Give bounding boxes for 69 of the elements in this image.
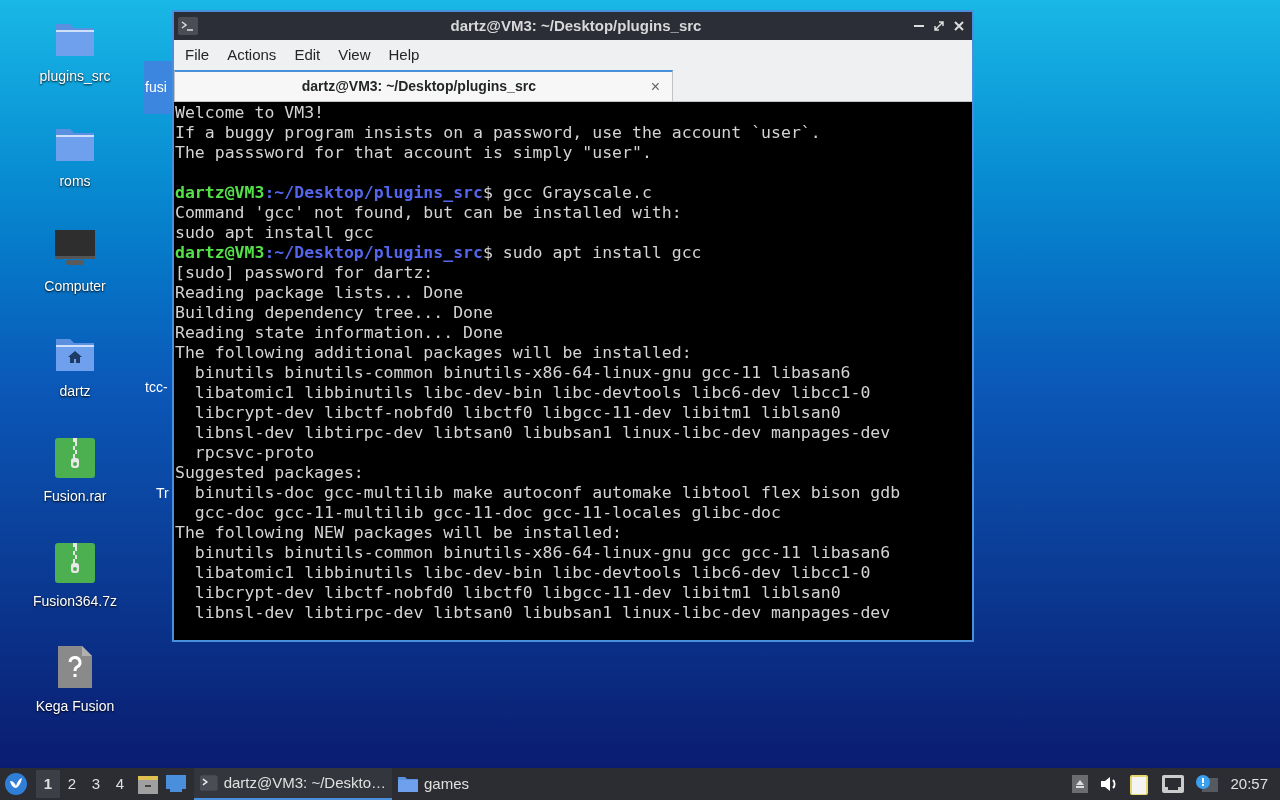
terminal-icon <box>178 17 198 35</box>
terminal-line: libcrypt-dev libctf-nobfd0 libctf0 libgcc-11-dev libitm1 liblsan0 <box>193 403 842 423</box>
desktop-icon[interactable] <box>166 775 186 793</box>
terminal-line: Building dependency tree... Done <box>175 303 494 323</box>
terminal-line: The following additional packages will be installed: <box>175 343 693 363</box>
terminal-tab[interactable]: dartz@VM3: ~/Desktop/plugins_src × <box>174 70 673 101</box>
zip-archive-icon <box>55 543 95 583</box>
desktop-icon-label[interactable]: roms <box>59 171 91 192</box>
unknown-file-icon <box>58 646 92 688</box>
folder-icon <box>398 776 418 792</box>
close-icon[interactable] <box>954 21 964 31</box>
menu-item[interactable]: Edit <box>285 43 330 67</box>
prompt-user: dartz@VM3 <box>175 243 265 263</box>
desktop-icon-label[interactable]: dartz <box>59 381 91 402</box>
desktop-icon-label[interactable]: Tr <box>156 482 169 505</box>
prompt-path: :~/Desktop/plugins_src <box>264 243 483 263</box>
terminal-line: The passsword for that account is simply "user". <box>175 143 653 163</box>
terminal-line: sudo apt install gcc <box>175 223 375 243</box>
taskbar-task[interactable]: dartz@VM3: ~/Deskto… <box>194 768 392 800</box>
terminal-line: Reading package lists... Done <box>175 283 465 303</box>
menu-item[interactable]: Help <box>379 43 429 67</box>
terminal-line: gcc-doc gcc-11-multilib gcc-11-doc gcc-11-locales glibc-doc <box>193 503 782 523</box>
terminal-line: Welcome to VM3! <box>175 103 325 123</box>
terminal-line: binutils binutils-common binutils-x86-64-linux-gnu gcc gcc-11 libasan6 <box>193 543 892 563</box>
workspace-button[interactable]: 3 <box>84 770 108 798</box>
workspace-button[interactable]: 2 <box>60 770 84 798</box>
prompt-command: $ sudo apt install gcc <box>482 243 702 263</box>
network-icon[interactable] <box>1162 775 1185 793</box>
tab-close-button[interactable]: × <box>650 74 660 99</box>
clock[interactable]: 20:57 <box>1230 772 1276 796</box>
terminal-line: Suggested packages: <box>175 463 365 483</box>
workspace-button[interactable]: 4 <box>108 770 132 798</box>
terminal-line: Command 'gcc' not found, but can be installed with: <box>175 203 683 223</box>
window-title: dartz@VM3: ~/Desktop/plugins_src <box>450 15 702 36</box>
desktop-icon-label[interactable]: fusi <box>144 61 172 114</box>
terminal-line: Reading state information... Done <box>175 323 504 343</box>
menu-item[interactable]: View <box>329 43 380 67</box>
maximize-icon[interactable] <box>934 21 944 31</box>
prompt-user: dartz@VM3 <box>175 183 265 203</box>
desktop-icon-label[interactable]: tcc- <box>145 376 168 399</box>
menu-item[interactable]: File <box>176 43 219 67</box>
terminal-line: rpcsvc-proto <box>193 443 316 463</box>
desktop-icon-label[interactable]: Kega Fusion <box>35 696 115 717</box>
eject-icon[interactable] <box>1072 775 1089 793</box>
monitor-icon <box>54 228 96 268</box>
terminal-line: [sudo] password for dartz: <box>175 263 435 283</box>
file-cabinet-icon[interactable] <box>138 774 158 794</box>
terminal-line: The following NEW packages will be installed: <box>175 523 624 543</box>
terminal-line: libcrypt-dev libctf-nobfd0 libctf0 libgcc-11-dev libitm1 liblsan0 <box>193 583 842 603</box>
terminal-line: If a buggy program insists on a password, use the account `user`. <box>175 123 822 143</box>
terminal-icon <box>200 775 218 791</box>
terminal-line: libatomic1 libbinutils libc-dev-bin libc-devtools libc6-dev libcc1-0 <box>193 563 872 583</box>
desktop-icon-label[interactable]: Computer <box>44 276 106 297</box>
workspace-button[interactable]: 1 <box>36 770 60 798</box>
prompt-path: :~/Desktop/plugins_src <box>264 183 483 203</box>
prompt-command: $ gcc Grayscale.c <box>482 183 652 203</box>
clipboard-icon[interactable] <box>1130 773 1151 795</box>
desktop-icon-label[interactable]: Fusion364.7z <box>32 591 118 612</box>
terminal-line: binutils binutils-common binutils-x86-64-linux-gnu gcc-11 libasan6 <box>193 363 852 383</box>
menu-item[interactable]: Actions <box>218 43 286 67</box>
zip-archive-icon <box>55 438 95 478</box>
desktop-icon-label[interactable]: Fusion.rar <box>43 486 107 507</box>
terminal-line: binutils-doc gcc-multilib make autoconf automake libtool flex bison gdb <box>193 483 902 503</box>
terminal-line: libatomic1 libbinutils libc-dev-bin libc-devtools libc6-dev libcc1-0 <box>193 383 872 403</box>
update-alert-icon[interactable] <box>1196 775 1219 793</box>
terminal-line: libnsl-dev libtirpc-dev libtsan0 libubsan1 linux-libc-dev manpages-dev <box>193 423 892 443</box>
start-menu-icon[interactable] <box>4 772 28 796</box>
taskbar-task[interactable]: games <box>392 768 476 800</box>
terminal-line: libnsl-dev libtirpc-dev libtsan0 libubsan1 linux-libc-dev manpages-dev <box>193 603 892 623</box>
